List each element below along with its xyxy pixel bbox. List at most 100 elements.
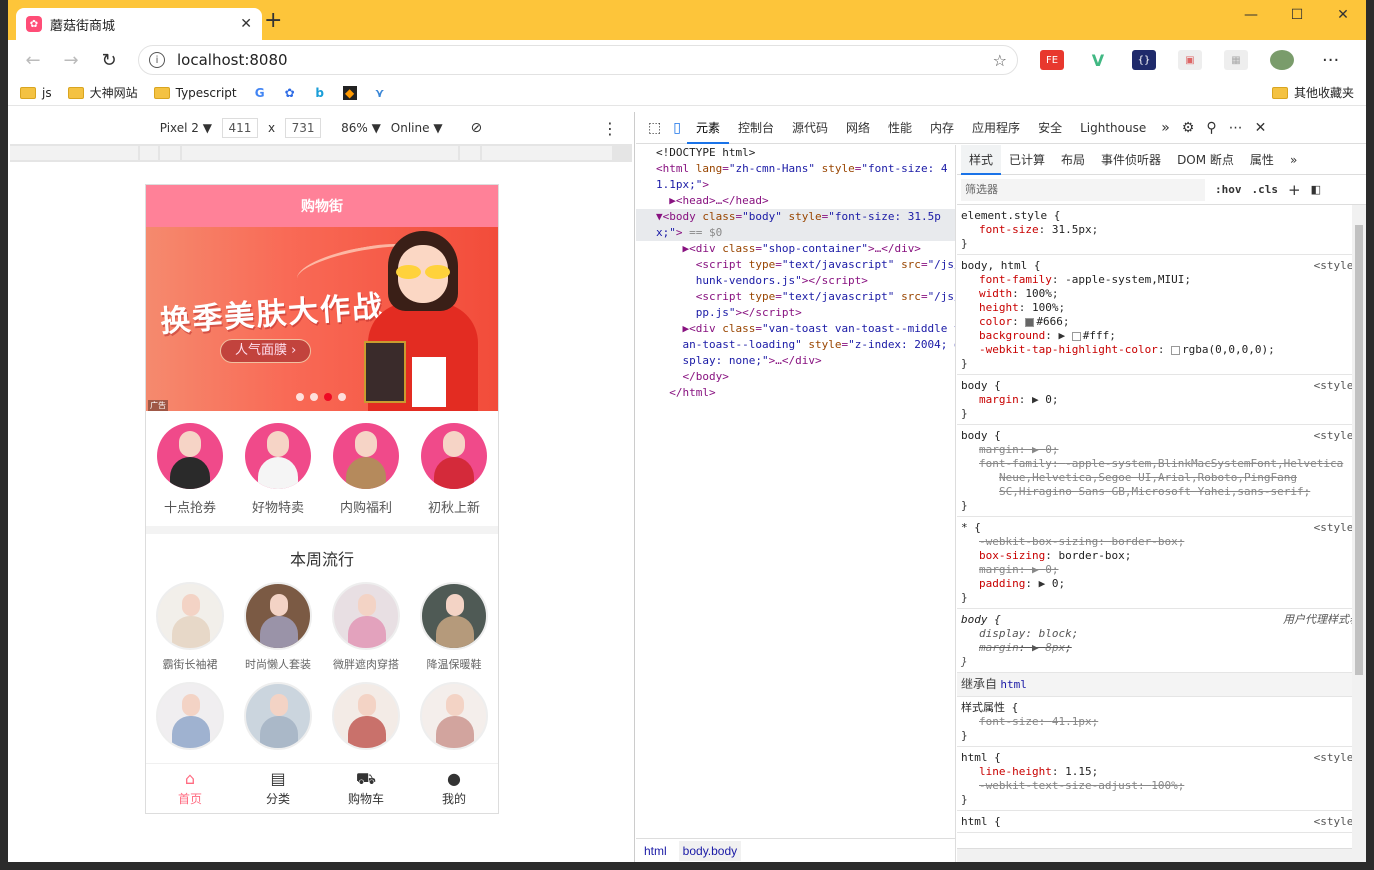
tab-network[interactable]: 网络 <box>837 112 879 144</box>
folder-icon <box>20 86 36 99</box>
weekly-item[interactable] <box>410 682 498 756</box>
weekly-item[interactable] <box>146 682 234 756</box>
feedback-icon[interactable]: ⚲ <box>1200 120 1222 136</box>
maximize-icon[interactable]: ☐ <box>1274 0 1320 30</box>
minimize-icon[interactable]: — <box>1228 0 1274 30</box>
category-item[interactable]: 初秋上新 <box>416 423 492 516</box>
rotate-icon[interactable]: ⊘ <box>471 120 483 136</box>
settings-gear-icon[interactable]: ⚙ <box>1176 120 1201 136</box>
category-item[interactable]: 好物特卖 <box>240 423 316 516</box>
banner-swiper[interactable]: 换季美肤大作战 人气面膜 › 广告 <box>146 227 498 411</box>
json-viewer-icon[interactable]: {} <box>1132 50 1156 70</box>
bookmark-chevrons-icon[interactable]: ⋎ <box>373 86 387 100</box>
tab-console[interactable]: 控制台 <box>729 112 783 144</box>
banner-dot[interactable] <box>310 393 318 401</box>
subtab-layout[interactable]: 布局 <box>1053 145 1093 175</box>
weekly-label: 时尚懒人套装 <box>245 658 311 671</box>
more-subtabs-icon[interactable]: » <box>1282 145 1305 175</box>
bookmark-typescript[interactable]: Typescript <box>153 86 237 100</box>
new-tab-icon[interactable]: + <box>264 10 282 32</box>
weekly-item[interactable] <box>322 682 410 756</box>
breadcrumb-body[interactable]: body.body <box>678 840 742 861</box>
weekly-item[interactable]: 霸街长袖裙 <box>146 582 234 672</box>
url-text[interactable]: localhost:8080 <box>177 51 981 69</box>
google-icon[interactable]: G <box>253 86 267 100</box>
forward-icon[interactable]: → <box>54 45 88 75</box>
weekly-item[interactable]: 微胖遮肉穿搭 <box>322 582 410 672</box>
inspect-element-icon[interactable]: ⬚ <box>642 120 667 136</box>
new-rule-icon[interactable]: + <box>1288 181 1301 199</box>
extension-icon-2[interactable]: ▦ <box>1224 50 1248 70</box>
tab-profile[interactable]: ● 我的 <box>410 764 498 813</box>
device-select[interactable]: Pixel 2 ▼ <box>160 121 212 135</box>
banner-dot[interactable] <box>324 393 332 401</box>
address-bar[interactable]: i localhost:8080 ☆ <box>138 45 1018 75</box>
tab-category[interactable]: ▤ 分类 <box>234 764 322 813</box>
more-tabs-icon[interactable]: » <box>1155 120 1176 136</box>
more-menu-icon[interactable]: ··· <box>1322 50 1339 71</box>
banner-pill[interactable]: 人气面膜 › <box>220 339 312 363</box>
reload-icon[interactable]: ↻ <box>92 45 126 75</box>
banner-dot[interactable] <box>338 393 346 401</box>
bing-icon[interactable]: b <box>313 86 327 100</box>
bookmark-dashen[interactable]: 大神网站 <box>67 84 138 101</box>
bookmark-js[interactable]: js <box>20 86 52 100</box>
weekly-item[interactable]: 降温保暖鞋 <box>410 582 498 672</box>
folder-icon <box>67 86 84 99</box>
category-item[interactable]: 十点抢券 <box>152 423 228 516</box>
subtab-properties[interactable]: 属性 <box>1242 145 1282 175</box>
banner-indicators[interactable] <box>296 393 346 401</box>
profile-avatar[interactable] <box>1270 50 1294 70</box>
fe-extension-icon[interactable]: FE <box>1040 50 1064 70</box>
close-window-icon[interactable]: ✕ <box>1320 0 1366 30</box>
tab-performance[interactable]: 性能 <box>879 112 921 144</box>
subtab-styles[interactable]: 样式 <box>961 145 1002 175</box>
info-icon[interactable]: i <box>149 52 165 68</box>
tab-security[interactable]: 安全 <box>1029 112 1071 144</box>
zoom-select[interactable]: 86% ▼ <box>341 121 381 135</box>
weekly-item[interactable] <box>234 682 322 756</box>
banner-dot[interactable] <box>296 393 304 401</box>
close-devtools-icon[interactable]: ✕ <box>1249 120 1273 136</box>
tab-application[interactable]: 应用程序 <box>963 112 1029 144</box>
tab-memory[interactable]: 内存 <box>921 112 963 144</box>
width-input[interactable]: 411 <box>221 118 258 138</box>
tab-lighthouse[interactable]: Lighthouse <box>1071 112 1155 144</box>
cls-toggle[interactable]: .cls <box>1252 183 1279 196</box>
baidu-icon[interactable]: ✿ <box>283 86 297 100</box>
subtab-computed[interactable]: 已计算 <box>1001 145 1053 175</box>
subtab-dom-breakpoints[interactable]: DOM 断点 <box>1169 145 1242 175</box>
category-item[interactable]: 内购福利 <box>328 423 404 516</box>
vue-devtools-icon[interactable]: V <box>1086 50 1110 70</box>
styles-horizontal-scrollbar[interactable] <box>957 848 1352 862</box>
weekly-item[interactable]: 时尚懒人套装 <box>234 582 322 672</box>
tab-label: 购物车 <box>347 792 384 806</box>
browser-tab[interactable]: ✿ 蘑菇街商城 ✕ <box>16 8 262 40</box>
filter-input[interactable]: 筛选器 <box>961 178 1205 201</box>
height-input[interactable]: 731 <box>285 118 322 138</box>
elements-tree[interactable]: <!DOCTYPE html> <html lang="zh-cmn-Hans"… <box>636 145 956 862</box>
inherited-from-link[interactable]: html <box>1000 678 1027 691</box>
devtools-menu-icon[interactable]: ⋯ <box>1223 120 1249 136</box>
favorite-star-icon[interactable]: ☆ <box>993 51 1007 70</box>
back-icon[interactable]: ← <box>16 45 50 75</box>
tab-sources[interactable]: 源代码 <box>783 112 837 144</box>
close-tab-icon[interactable]: ✕ <box>240 16 252 32</box>
device-toggle-icon[interactable]: ▯ <box>667 120 687 136</box>
network-select[interactable]: Online ▼ <box>391 121 443 135</box>
media-query-ruler[interactable] <box>10 144 632 162</box>
tab-label: 分类 <box>265 792 290 806</box>
tab-cart[interactable]: ⛟ 购物车 <box>322 764 410 813</box>
other-bookmarks[interactable]: 其他收藏夹 <box>1271 84 1354 101</box>
extension-icon[interactable]: ▣ <box>1178 50 1202 70</box>
styles-scrollbar[interactable] <box>1352 205 1366 862</box>
hov-toggle[interactable]: :hov <box>1215 183 1242 196</box>
tab-home[interactable]: ⌂ 首页 <box>146 764 234 813</box>
breadcrumb-html[interactable]: html <box>644 843 667 859</box>
style-rules[interactable]: element.style {font-size: 31.5px;} <styl… <box>957 205 1366 833</box>
device-more-icon[interactable]: ⋮ <box>602 119 618 138</box>
toggle-sidebar-icon[interactable]: ◧ <box>1311 183 1321 196</box>
tab-elements[interactable]: 元素 <box>686 112 729 144</box>
subtab-event-listeners[interactable]: 事件侦听器 <box>1093 145 1169 175</box>
bookmark-image-icon[interactable]: ◆ <box>342 85 357 100</box>
